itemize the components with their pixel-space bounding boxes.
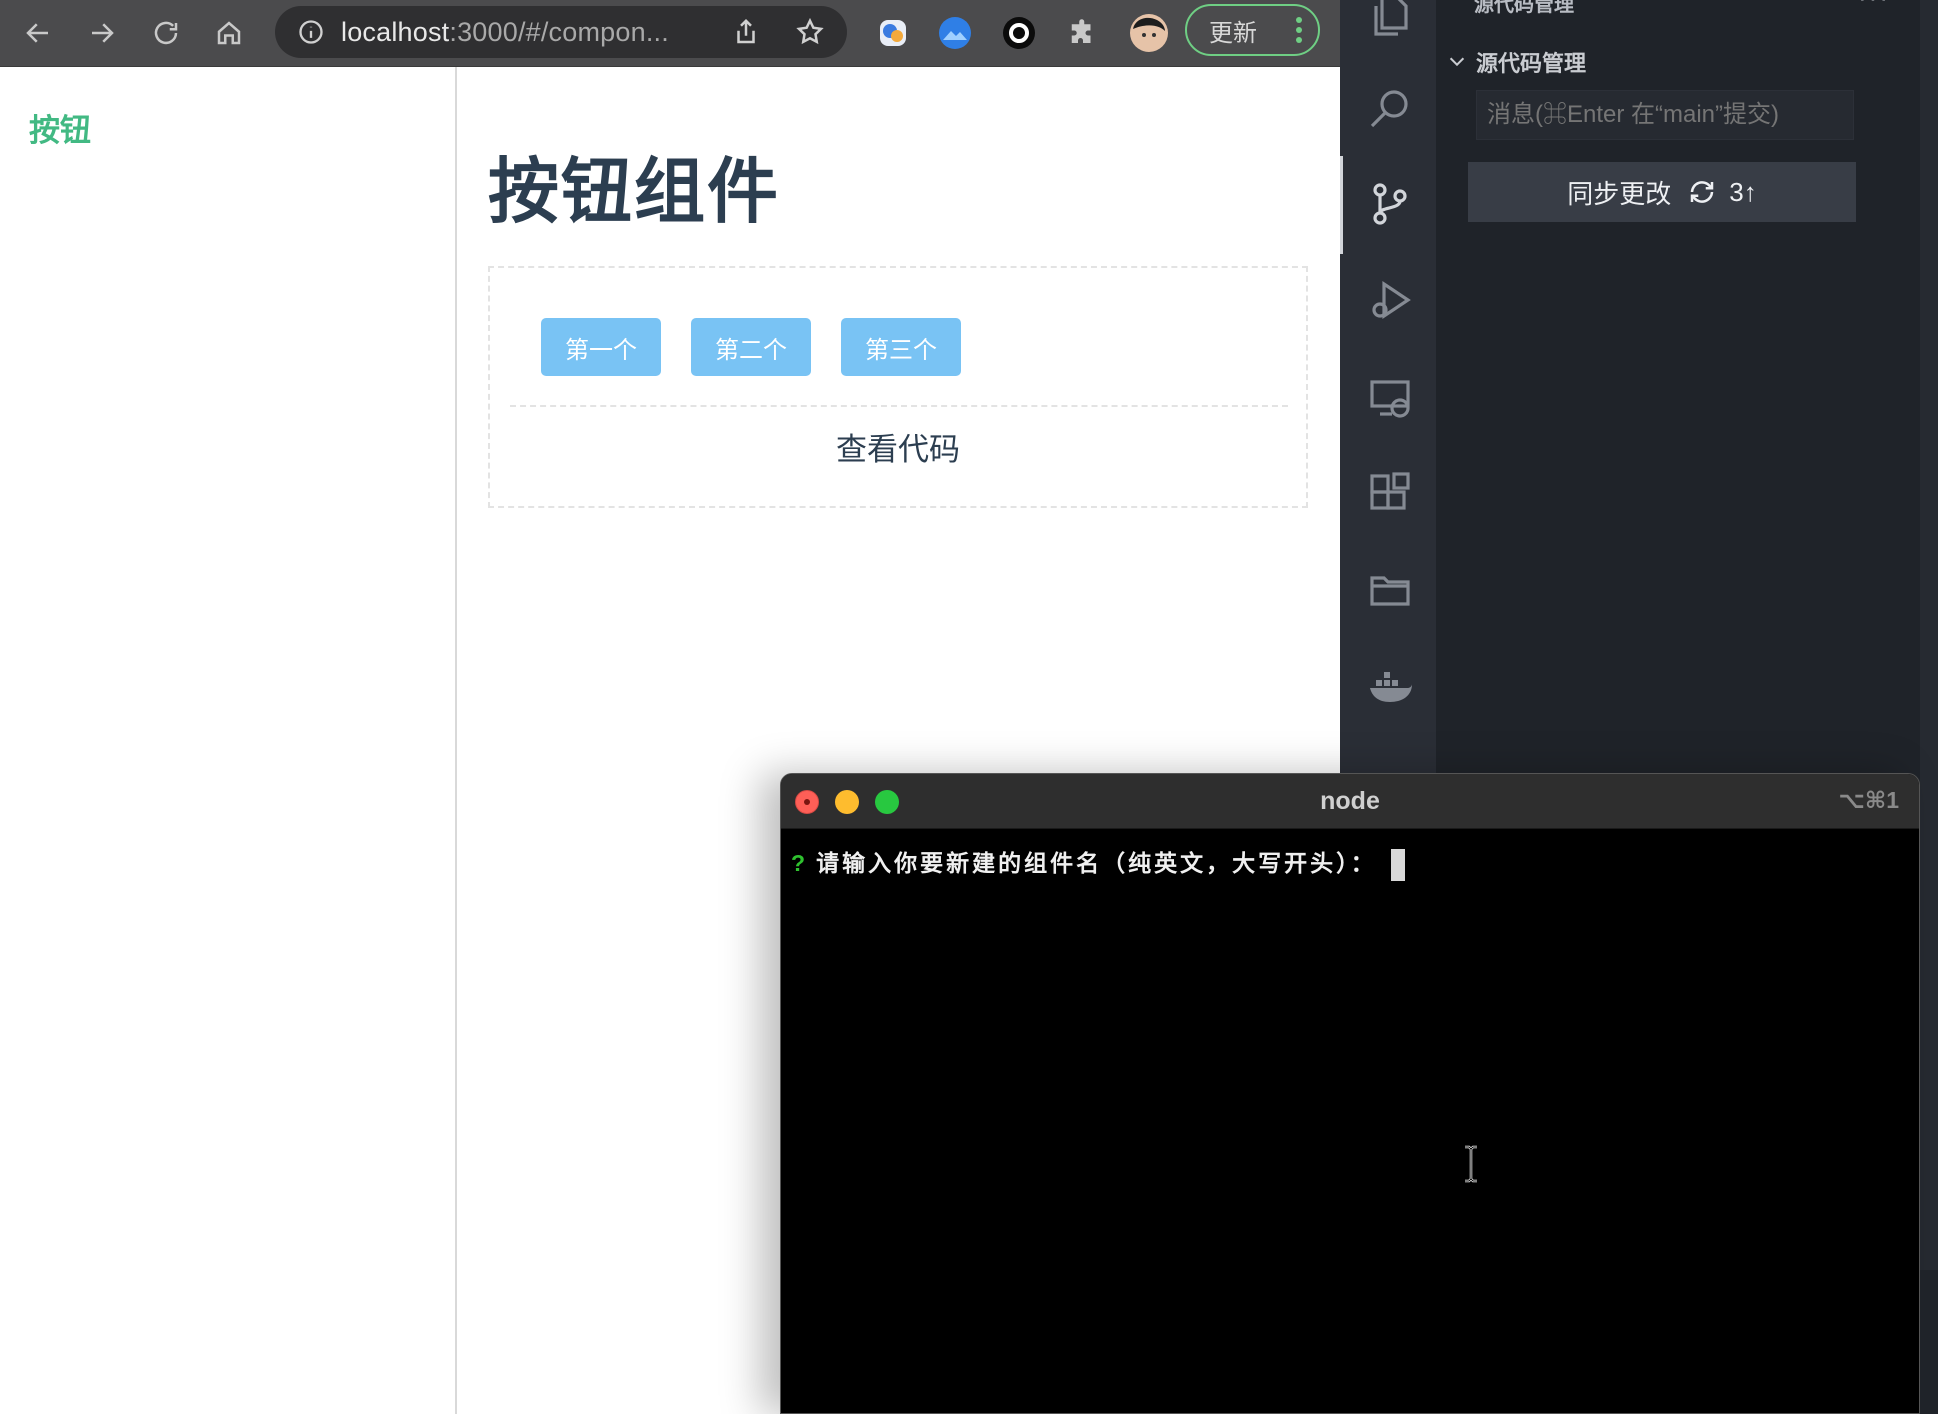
page-title: 按钮组件 (488, 153, 781, 232)
docs-sidebar: 按钮 (0, 67, 457, 1414)
reload-button[interactable] (145, 12, 187, 54)
search-icon[interactable] (1366, 84, 1414, 132)
sync-changes-button[interactable]: 同步更改 3↑ (1468, 162, 1856, 222)
terminal-prompt-line[interactable]: ? 请输入你要新建的组件名（纯英文，大写开头）： (791, 844, 1405, 881)
commit-message-input[interactable] (1476, 90, 1854, 140)
prompt-text: 请输入你要新建的组件名（纯英文，大写开头）： (816, 850, 1377, 876)
extension-translate[interactable] (872, 12, 914, 54)
terminal-title: node (1320, 787, 1380, 815)
puzzle-icon (1071, 19, 1091, 43)
view-code-link[interactable]: 查看代码 (490, 424, 1306, 469)
window-edge (1920, 1270, 1938, 1414)
reload-icon (154, 21, 178, 45)
active-indicator (1340, 156, 1343, 254)
url-path: :3000/#/compon... (449, 16, 669, 47)
run-debug-icon[interactable] (1366, 276, 1414, 324)
panel-header-title: 源代码管理 (1474, 0, 1574, 16)
info-icon[interactable] (297, 18, 325, 46)
extension-mountain[interactable] (934, 12, 976, 54)
demo-button-first[interactable]: 第一个 (541, 318, 661, 376)
mountain-extension-icon (939, 17, 971, 49)
demo-button-third[interactable]: 第三个 (841, 318, 961, 376)
share-icon[interactable] (731, 17, 761, 47)
remote-explorer-icon[interactable] (1366, 374, 1414, 422)
demo-divider (510, 405, 1288, 407)
prompt-mark: ? (791, 850, 809, 876)
browser-toolbar: localhost:3000/#/compon... 更新 (0, 0, 1340, 67)
source-control-icon[interactable] (1366, 180, 1414, 228)
ibeam-cursor-icon (1465, 1145, 1477, 1183)
chevron-down-icon (1449, 57, 1465, 67)
translate-extension-icon (880, 20, 906, 46)
home-icon (217, 21, 241, 45)
bookmark-star-icon[interactable] (795, 17, 825, 47)
avatar-icon (1130, 14, 1168, 52)
demo-block: 第一个 第二个 第三个 查看代码 (488, 266, 1308, 508)
terminal-window: node ⌥⌘1 ? 请输入你要新建的组件名（纯英文，大写开头）： (780, 773, 1920, 1414)
scm-section-header[interactable]: 源代码管理 (1436, 40, 1920, 82)
forward-button[interactable] (81, 12, 123, 54)
docker-icon[interactable] (1366, 662, 1414, 710)
sidebar-item-button[interactable]: 按钮 (29, 105, 91, 150)
demo-button-second[interactable]: 第二个 (691, 318, 811, 376)
more-actions-button[interactable]: ··· (1858, 0, 1890, 13)
editor-edge (1920, 0, 1938, 1414)
home-button[interactable] (208, 12, 250, 54)
scm-section-title: 源代码管理 (1476, 51, 1587, 76)
sync-count: 3↑ (1729, 176, 1757, 207)
more-vertical-icon (1296, 17, 1302, 43)
terminal-shortcut: ⌥⌘1 (1838, 787, 1899, 813)
profile-avatar[interactable] (1128, 12, 1170, 54)
url-host: localhost (341, 16, 450, 47)
arrow-left-icon (26, 23, 48, 43)
address-bar[interactable]: localhost:3000/#/compon... (275, 6, 847, 58)
folder-icon[interactable] (1366, 566, 1414, 614)
text-cursor (1390, 848, 1405, 881)
update-button[interactable]: 更新 (1185, 4, 1320, 56)
sync-label: 同步更改 (1567, 178, 1672, 209)
sync-icon (1691, 181, 1714, 203)
extension-record[interactable] (998, 12, 1040, 54)
record-extension-icon (1003, 17, 1035, 49)
back-button[interactable] (17, 12, 59, 54)
arrow-right-icon (92, 23, 114, 43)
terminal-titlebar: node ⌥⌘1 (781, 774, 1919, 829)
extensions-button[interactable] (1062, 12, 1104, 54)
url-text: localhost:3000/#/compon... (341, 17, 669, 48)
files-icon[interactable] (1366, 0, 1414, 40)
update-label: 更新 (1209, 19, 1257, 47)
extensions-icon[interactable] (1366, 470, 1414, 518)
